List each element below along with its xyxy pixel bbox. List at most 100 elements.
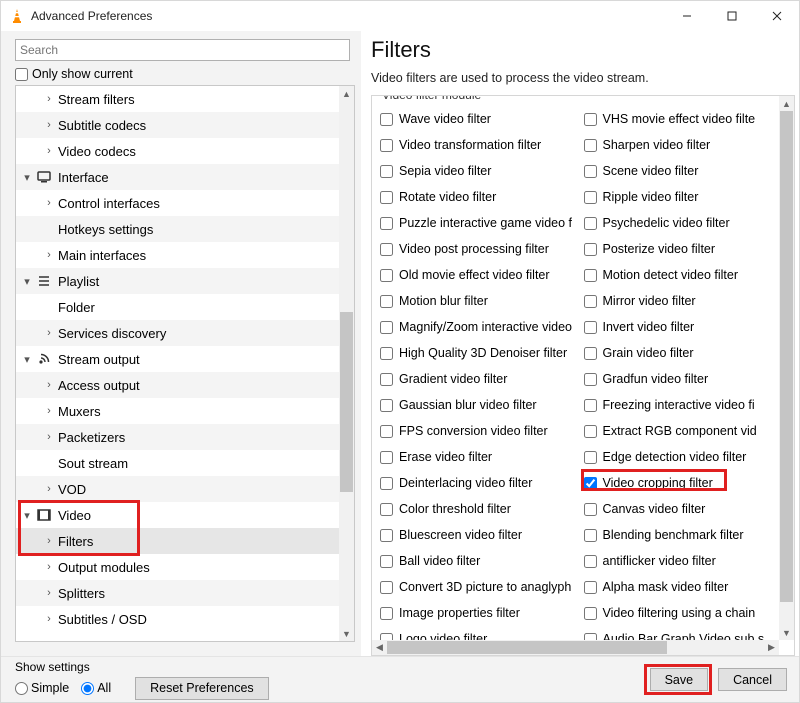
filter-checkbox-row[interactable]: Sharpen video filter — [584, 132, 776, 158]
scroll-up-icon[interactable]: ▲ — [779, 96, 794, 111]
filter-checkbox-row[interactable]: High Quality 3D Denoiser filter — [380, 340, 572, 366]
filter-checkbox[interactable] — [380, 425, 393, 438]
filter-checkbox[interactable] — [584, 269, 597, 282]
tree-category[interactable]: ▾Playlist — [16, 268, 339, 294]
filter-checkbox[interactable] — [380, 139, 393, 152]
filter-checkbox[interactable] — [380, 555, 393, 568]
filter-checkbox-row[interactable]: Bluescreen video filter — [380, 522, 572, 548]
filter-checkbox-row[interactable]: Sepia video filter — [380, 158, 572, 184]
filter-checkbox[interactable] — [584, 425, 597, 438]
filter-checkbox[interactable] — [584, 295, 597, 308]
filter-checkbox[interactable] — [380, 269, 393, 282]
tree-item[interactable]: ›Subtitle codecs — [16, 112, 339, 138]
tree-item[interactable]: ›Splitters — [16, 580, 339, 606]
tree-item[interactable]: ›Output modules — [16, 554, 339, 580]
filter-checkbox[interactable] — [584, 373, 597, 386]
filter-checkbox-row[interactable]: VHS movie effect video filte — [584, 106, 776, 132]
filter-checkbox-row[interactable]: antiflicker video filter — [584, 548, 776, 574]
filter-checkbox-row[interactable]: Deinterlacing video filter — [380, 470, 572, 496]
tree-item[interactable]: ›Stream filters — [16, 86, 339, 112]
tree-item[interactable]: Folder — [16, 294, 339, 320]
filter-checkbox-row[interactable]: FPS conversion video filter — [380, 418, 572, 444]
scroll-down-icon[interactable]: ▼ — [779, 625, 794, 640]
filter-checkbox[interactable] — [584, 139, 597, 152]
tree-item[interactable]: ›Access output — [16, 372, 339, 398]
filter-checkbox-row[interactable]: Video cropping filter — [584, 470, 776, 496]
filter-checkbox[interactable] — [584, 503, 597, 516]
filter-checkbox-row[interactable]: Gradient video filter — [380, 366, 572, 392]
filter-checkbox-row[interactable]: Convert 3D picture to anaglyph image vid… — [380, 574, 572, 600]
filter-checkbox[interactable] — [584, 477, 597, 490]
scroll-right-icon[interactable]: ▶ — [764, 640, 779, 655]
filter-checkbox-row[interactable]: Motion blur filter — [380, 288, 572, 314]
filter-checkbox[interactable] — [584, 191, 597, 204]
tree-item[interactable]: Hotkeys settings — [16, 216, 339, 242]
filter-checkbox-row[interactable]: Scene video filter — [584, 158, 776, 184]
tree-item[interactable]: Sout stream — [16, 450, 339, 476]
filter-checkbox-row[interactable]: Blending benchmark filter — [584, 522, 776, 548]
show-settings-simple[interactable]: Simple — [15, 681, 69, 695]
tree-category[interactable]: ▾Stream output — [16, 346, 339, 372]
filter-checkbox[interactable] — [380, 243, 393, 256]
filter-checkbox[interactable] — [584, 399, 597, 412]
group-scrollbar-horizontal[interactable]: ◀ ▶ — [372, 640, 779, 655]
filter-checkbox-row[interactable]: Color threshold filter — [380, 496, 572, 522]
filter-checkbox[interactable] — [584, 113, 597, 126]
filter-checkbox[interactable] — [380, 191, 393, 204]
scroll-down-icon[interactable]: ▼ — [339, 626, 354, 641]
tree-category[interactable]: ▾Interface — [16, 164, 339, 190]
filter-checkbox[interactable] — [584, 633, 597, 641]
tree-item[interactable]: ›Subtitles / OSD — [16, 606, 339, 632]
tree-item[interactable]: ›Video codecs — [16, 138, 339, 164]
filter-checkbox-row[interactable]: Video post processing filter — [380, 236, 572, 262]
filter-checkbox-row[interactable]: Extract RGB component vid — [584, 418, 776, 444]
minimize-button[interactable] — [664, 1, 709, 31]
filter-checkbox[interactable] — [584, 555, 597, 568]
only-show-current-checkbox[interactable] — [15, 68, 28, 81]
filter-checkbox-row[interactable]: Video filtering using a chain — [584, 600, 776, 626]
filter-checkbox[interactable] — [584, 321, 597, 334]
filter-checkbox-row[interactable]: Alpha mask video filter — [584, 574, 776, 600]
filter-checkbox[interactable] — [380, 633, 393, 641]
filter-checkbox-row[interactable]: Logo video filter — [380, 626, 572, 640]
tree-item[interactable]: ›Packetizers — [16, 424, 339, 450]
only-show-current[interactable]: Only show current — [15, 67, 361, 81]
tree-item[interactable]: ›Filters — [16, 528, 339, 554]
filter-checkbox-row[interactable]: Posterize video filter — [584, 236, 776, 262]
tree-item[interactable]: ›Control interfaces — [16, 190, 339, 216]
filter-checkbox-row[interactable]: Puzzle interactive game video filter — [380, 210, 572, 236]
filter-checkbox-row[interactable]: Grain video filter — [584, 340, 776, 366]
filter-checkbox[interactable] — [380, 399, 393, 412]
save-button[interactable]: Save — [650, 668, 709, 691]
filter-checkbox[interactable] — [380, 295, 393, 308]
filter-checkbox-row[interactable]: Freezing interactive video fi — [584, 392, 776, 418]
filter-checkbox-row[interactable]: Image properties filter — [380, 600, 572, 626]
filter-checkbox-row[interactable]: Invert video filter — [584, 314, 776, 340]
search-input[interactable] — [15, 39, 350, 61]
filter-checkbox[interactable] — [584, 217, 597, 230]
filter-checkbox-row[interactable]: Wave video filter — [380, 106, 572, 132]
filter-checkbox[interactable] — [380, 503, 393, 516]
filter-checkbox-row[interactable]: Canvas video filter — [584, 496, 776, 522]
filter-checkbox-row[interactable]: Ripple video filter — [584, 184, 776, 210]
filter-checkbox-row[interactable]: Rotate video filter — [380, 184, 572, 210]
filter-checkbox-row[interactable]: Video transformation filter — [380, 132, 572, 158]
filter-checkbox[interactable] — [584, 243, 597, 256]
filter-checkbox-row[interactable]: Edge detection video filter — [584, 444, 776, 470]
filter-checkbox-row[interactable]: Magnify/Zoom interactive video filter — [380, 314, 572, 340]
filter-checkbox[interactable] — [584, 529, 597, 542]
filter-checkbox[interactable] — [380, 347, 393, 360]
filter-checkbox-row[interactable]: Gradfun video filter — [584, 366, 776, 392]
show-settings-all[interactable]: All — [81, 681, 111, 695]
scroll-left-icon[interactable]: ◀ — [372, 640, 387, 655]
filter-checkbox[interactable] — [380, 113, 393, 126]
filter-checkbox[interactable] — [584, 607, 597, 620]
filter-checkbox-row[interactable]: Psychedelic video filter — [584, 210, 776, 236]
filter-checkbox[interactable] — [380, 165, 393, 178]
filter-checkbox[interactable] — [380, 477, 393, 490]
group-scroll-thumb-v[interactable] — [780, 111, 793, 602]
tree-item[interactable]: ›Muxers — [16, 398, 339, 424]
filter-checkbox[interactable] — [584, 451, 597, 464]
tree-scrollbar[interactable]: ▲ ▼ — [339, 86, 354, 641]
filter-checkbox-row[interactable]: Audio Bar Graph Video sub s — [584, 626, 776, 640]
